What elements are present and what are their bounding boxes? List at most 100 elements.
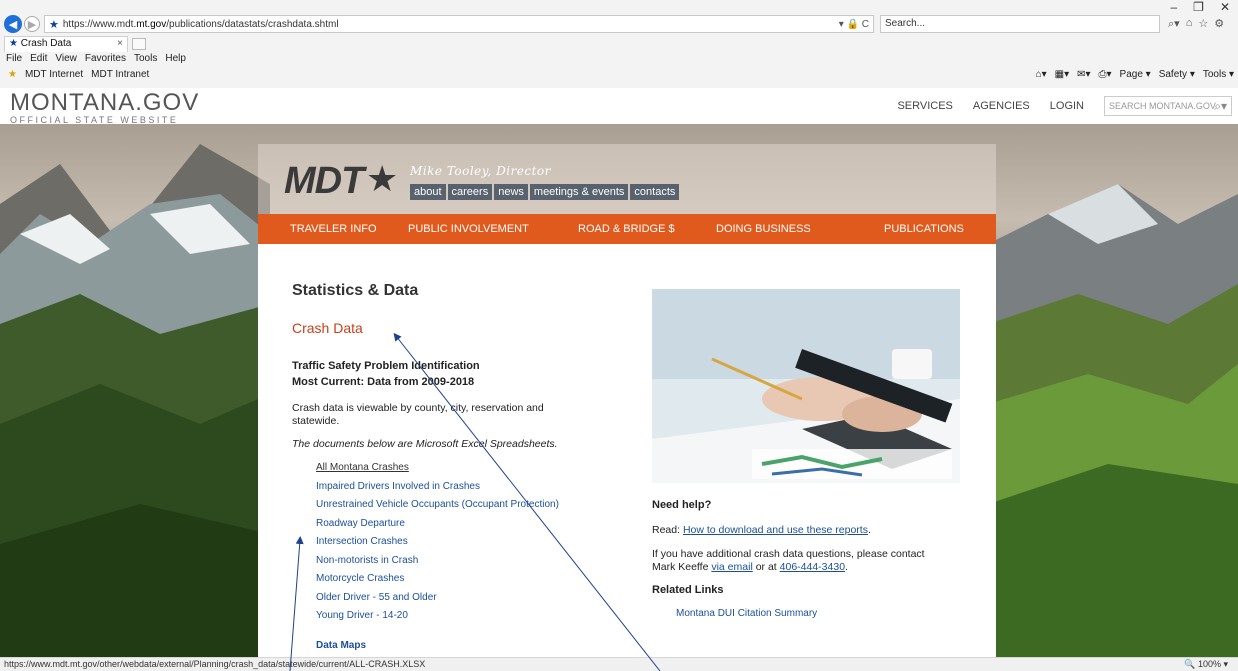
zoom-level[interactable]: 🔍 100% ▾ <box>1184 659 1228 670</box>
contact-line-1: If you have additional crash data questi… <box>652 548 925 560</box>
heading-problem-id: Traffic Safety Problem Identification <box>292 360 480 372</box>
search-icon[interactable]: ⌕▾ <box>1214 97 1227 115</box>
browser-search-input[interactable]: Search... <box>880 15 1160 33</box>
download-link[interactable]: Unrestrained Vehicle Occupants (Occupant… <box>316 499 559 510</box>
mdt-panel: MDT ★ Mike Tooley, Director about careers… <box>258 144 996 657</box>
tab-favicon-icon: ★ <box>9 38 18 49</box>
home-icon[interactable]: ⌂ <box>1186 17 1193 31</box>
menu-tools[interactable]: Tools <box>134 53 157 65</box>
mdt-banner: MDT ★ Mike Tooley, Director about careers… <box>258 144 996 214</box>
settings-gear-icon[interactable]: ⚙ <box>1214 17 1224 31</box>
menu-bar: File Edit View Favorites Tools Help <box>6 53 186 65</box>
favorite-mdt-intranet[interactable]: MDT Intranet <box>91 69 149 80</box>
search-icon[interactable]: ⌕▾ <box>1168 17 1180 31</box>
download-link[interactable]: Non-motorists in Crash <box>316 555 418 566</box>
help-read-end: . <box>867 524 871 536</box>
command-page[interactable]: Page ▾ <box>1120 69 1151 80</box>
download-link[interactable]: Roadway Departure <box>316 518 405 529</box>
menu-favorites[interactable]: Favorites <box>85 53 126 65</box>
tab-close-icon[interactable]: × <box>117 37 123 51</box>
tab-crash-data[interactable]: ★ Crash Data × <box>4 36 128 52</box>
download-link[interactable]: Impaired Drivers Involved in Crashes <box>316 481 480 492</box>
home-command-icon[interactable]: ⌂▾ <box>1036 69 1047 80</box>
favorites-star-icon[interactable]: ☆ <box>1198 17 1208 31</box>
nav-login[interactable]: LOGIN <box>1050 100 1084 112</box>
address-bar[interactable]: ★ https://www.mdt. mt.gov/publications/da… <box>44 15 874 33</box>
back-button[interactable]: ◀ <box>4 15 22 33</box>
download-link[interactable]: Young Driver - 14-20 <box>316 610 408 621</box>
mdt-nav-doing-business[interactable]: DOING BUSINESS <box>716 223 811 235</box>
arrow-left-icon: ◀ <box>8 18 18 31</box>
browser-chrome: – ❐ ✕ ◀ ▶ ★ https://www.mdt. mt.gov/publi… <box>0 0 1238 88</box>
close-window-icon[interactable]: ✕ <box>1220 0 1230 14</box>
menu-help[interactable]: Help <box>165 53 186 65</box>
restore-icon[interactable]: ❐ <box>1193 0 1204 14</box>
section-title: Crash Data <box>292 320 363 336</box>
help-heading: Need help? <box>652 499 712 511</box>
description-line-1: Crash data is viewable by county, city, … <box>292 402 544 414</box>
heading-most-current: Most Current: Data from 2009-2018 <box>292 376 475 388</box>
mdt-logo[interactable]: MDT <box>284 160 364 203</box>
how-to-download-link[interactable]: How to download and use these reports <box>683 524 868 536</box>
favorite-mdt-internet[interactable]: MDT Internet <box>25 69 83 80</box>
mdt-link-about[interactable]: about <box>410 184 446 200</box>
download-link[interactable]: Motorcycle Crashes <box>316 573 404 584</box>
related-links-heading: Related Links <box>652 584 724 596</box>
mdt-link-news[interactable]: news <box>494 184 528 200</box>
forward-button[interactable]: ▶ <box>24 16 40 32</box>
contact-name: Mark Keeffe <box>652 561 712 573</box>
help-read-label: Read: <box>652 524 683 536</box>
mdt-nav-public-involvement[interactable]: PUBLIC INVOLVEMENT <box>408 223 529 235</box>
main-content: Statistics & Data Crash Data Traffic Saf… <box>258 244 996 657</box>
nav-agencies[interactable]: AGENCIES <box>973 100 1030 112</box>
mdt-nav-road-bridge-[interactable]: ROAD & BRIDGE $ <box>578 223 675 235</box>
hands-calculator-photo <box>652 289 960 483</box>
phone-link[interactable]: 406-444-3430 <box>780 561 845 573</box>
address-controls[interactable]: ▾ 🔒 C <box>839 19 873 30</box>
director-name: Mike Tooley, Director <box>410 164 551 178</box>
feeds-icon[interactable]: ▦▾ <box>1055 69 1069 80</box>
help-read-line: Read: How to download and use these repo… <box>652 524 962 537</box>
command-tools[interactable]: Tools ▾ <box>1203 69 1234 80</box>
arrow-right-icon: ▶ <box>27 18 37 31</box>
montana-search-placeholder: SEARCH MONTANA.GOV <box>1109 101 1216 111</box>
menu-file[interactable]: File <box>6 53 22 65</box>
montana-search-input[interactable]: SEARCH MONTANA.GOV ⌕▾ <box>1104 96 1232 116</box>
download-link[interactable]: All Montana Crashes <box>316 462 409 473</box>
mdt-main-nav: TRAVELER INFO PUBLIC INVOLVEMENT ROAD & BR… <box>258 214 996 244</box>
left-mountain-image <box>0 144 270 657</box>
favorite-star-icon: ★ <box>49 18 59 31</box>
mdt-link-careers[interactable]: careers <box>447 184 493 200</box>
mdt-link-meetings-events[interactable]: meetings & events <box>529 184 629 200</box>
menu-view[interactable]: View <box>55 53 77 65</box>
mdt-link-contacts[interactable]: contacts <box>630 184 680 200</box>
print-icon[interactable]: ⎙▾ <box>1099 69 1112 80</box>
montana-logo[interactable]: MONTANA.GOV OFFICIAL STATE WEBSITE <box>10 91 199 126</box>
contact-or: or at <box>752 561 780 573</box>
command-safety[interactable]: Safety ▾ <box>1159 69 1195 80</box>
mdt-nav-traveler-info[interactable]: TRAVELER INFO <box>290 223 377 235</box>
url-path: /publications/datastats/crashdata.shtml <box>166 18 339 30</box>
address-row: ◀ ▶ ★ https://www.mdt. mt.gov/publication… <box>0 14 1238 34</box>
mail-icon[interactable]: ✉▾ <box>1077 69 1090 80</box>
download-link[interactable]: Older Driver - 55 and Older <box>316 592 437 603</box>
data-maps-heading[interactable]: Data Maps <box>316 640 366 651</box>
mdt-nav-publications[interactable]: PUBLICATIONS <box>884 223 964 235</box>
download-link[interactable]: Intersection Crashes <box>316 536 408 547</box>
via-email-link[interactable]: via email <box>711 561 752 573</box>
zoom-icon: 🔍 <box>1184 659 1196 669</box>
description-line-2: statewide. <box>292 415 340 427</box>
url-prefix: https://www.mdt. <box>62 18 137 30</box>
zoom-value: 100% <box>1197 659 1221 669</box>
nav-services[interactable]: SERVICES <box>897 100 952 112</box>
status-url: https://www.mdt.mt.gov/other/webdata/ext… <box>4 659 426 669</box>
status-bar: https://www.mdt.mt.gov/other/webdata/ext… <box>0 657 1238 671</box>
minimize-icon[interactable]: – <box>1170 0 1177 14</box>
mdt-star-icon: ★ <box>366 158 399 199</box>
menu-edit[interactable]: Edit <box>30 53 47 65</box>
favorites-add-icon[interactable]: ★ <box>8 69 17 80</box>
contact-end: . <box>845 561 848 573</box>
new-tab-button[interactable] <box>132 38 146 50</box>
window-controls: – ❐ ✕ <box>1170 0 1230 14</box>
dui-citation-link[interactable]: Montana DUI Citation Summary <box>676 608 817 619</box>
